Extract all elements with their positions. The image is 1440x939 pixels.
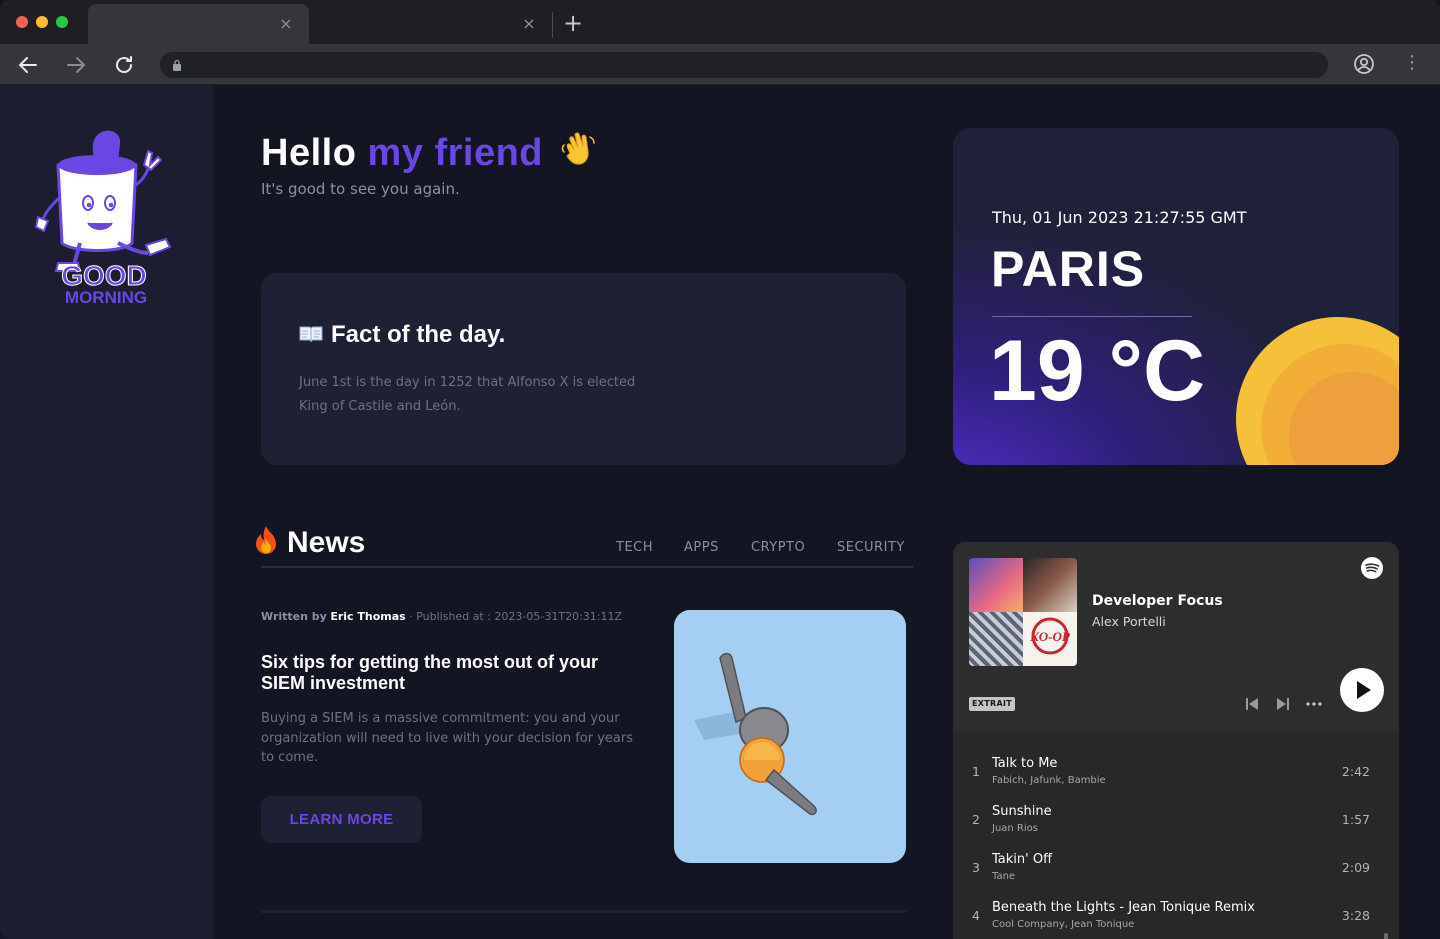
tab-separator bbox=[552, 12, 553, 38]
play-icon bbox=[1357, 681, 1371, 699]
learn-more-button[interactable]: LEARN MORE bbox=[261, 796, 422, 843]
track-artists: Tane bbox=[992, 871, 1016, 882]
playlist-name[interactable]: Developer Focus bbox=[1092, 593, 1223, 609]
track-title: Beneath the Lights - Jean Tonique Remix bbox=[992, 900, 1255, 915]
article-summary: Buying a SIEM is a massive commitment: y… bbox=[261, 711, 633, 765]
track-row[interactable]: 3 Takin' Off Tane 2:09 bbox=[953, 844, 1399, 892]
sidebar: GOOD MORNING bbox=[0, 85, 213, 939]
spotify-header: KO-OP Developer Focus Alex Portelli EXTR… bbox=[953, 542, 1399, 733]
fire-icon bbox=[256, 526, 276, 554]
track-list-scrollbar[interactable] bbox=[1384, 933, 1388, 939]
article-image[interactable] bbox=[674, 610, 906, 863]
minimize-window-button[interactable] bbox=[36, 16, 48, 28]
fact-title: Fact of the day. bbox=[299, 321, 505, 349]
fact-text: June 1st is the day in 1252 that Alfonso… bbox=[299, 375, 636, 414]
track-duration: 3:28 bbox=[1341, 908, 1370, 923]
tab-crypto[interactable]: CRYPTO bbox=[751, 540, 805, 555]
good-morning-logo[interactable]: GOOD MORNING bbox=[28, 125, 180, 305]
maximize-window-button[interactable] bbox=[56, 16, 68, 28]
new-tab-button[interactable]: + bbox=[562, 10, 584, 36]
track-number: 1 bbox=[972, 764, 980, 779]
track-title: Sunshine bbox=[992, 804, 1052, 819]
news-title: News bbox=[287, 526, 366, 559]
track-duration: 2:42 bbox=[1341, 764, 1370, 779]
sun-icon bbox=[1236, 317, 1399, 465]
greeting-subtitle: It's good to see you again. bbox=[261, 180, 460, 198]
reload-icon[interactable] bbox=[112, 53, 136, 77]
more-options-icon[interactable] bbox=[1305, 695, 1323, 713]
waving-hand-icon bbox=[561, 132, 595, 165]
tab-bar: × × + bbox=[0, 0, 1440, 44]
weather-temperature: 19 °C bbox=[989, 323, 1206, 419]
article-title[interactable]: Six tips for getting the most out of you… bbox=[261, 652, 641, 694]
track-duration: 1:57 bbox=[1341, 812, 1370, 827]
browser-toolbar: ⋮ bbox=[0, 44, 1440, 85]
weather-city: PARIS bbox=[991, 241, 1146, 297]
playlist-owner[interactable]: Alex Portelli bbox=[1092, 614, 1166, 629]
back-arrow-icon[interactable] bbox=[16, 53, 40, 77]
weather-datetime: Thu, 01 Jun 2023 21:27:55 GMT bbox=[992, 208, 1247, 227]
track-number: 3 bbox=[972, 860, 980, 875]
cover-art-1 bbox=[969, 558, 1023, 612]
article-published: · Published at : 2023-05-31T20:31:11Z bbox=[409, 610, 623, 623]
tab-apps[interactable]: APPS bbox=[684, 540, 719, 555]
close-icon[interactable]: × bbox=[277, 15, 295, 33]
previous-track-icon[interactable] bbox=[1243, 695, 1261, 713]
greeting-hello: Hello bbox=[261, 132, 368, 174]
track-number: 4 bbox=[972, 908, 980, 923]
cover-art-2 bbox=[1023, 558, 1077, 612]
logo-text-morning: MORNING bbox=[65, 288, 147, 305]
play-button[interactable] bbox=[1340, 668, 1384, 712]
browser-menu-icon[interactable]: ⋮ bbox=[1402, 52, 1422, 76]
track-title: Talk to Me bbox=[992, 756, 1058, 771]
written-by-label: Written by bbox=[261, 610, 327, 623]
close-icon[interactable]: × bbox=[520, 15, 538, 33]
track-row[interactable]: 1 Talk to Me Fabich, Jafunk, Bambie 2:42 bbox=[953, 748, 1399, 796]
track-title: Takin' Off bbox=[992, 852, 1053, 867]
weather-card: Thu, 01 Jun 2023 21:27:55 GMT PARIS 19 °… bbox=[953, 128, 1399, 465]
browser-tab[interactable]: × bbox=[312, 4, 552, 44]
browser-window: × × + ⋮ GOOD MORNING Hello my friend It'… bbox=[0, 0, 1440, 939]
article-author[interactable]: Eric Thomas bbox=[330, 610, 405, 623]
track-duration: 2:09 bbox=[1341, 860, 1370, 875]
close-window-button[interactable] bbox=[16, 16, 28, 28]
track-number: 2 bbox=[972, 812, 980, 827]
playlist-cover[interactable]: KO-OP bbox=[969, 558, 1077, 666]
track-row[interactable]: 4 Beneath the Lights - Jean Tonique Remi… bbox=[953, 892, 1399, 939]
preview-badge: EXTRAIT bbox=[969, 697, 1015, 711]
article-byline: Written by Eric Thomas · Published at : … bbox=[261, 610, 622, 623]
tab-tech[interactable]: TECH bbox=[616, 540, 653, 555]
next-track-icon[interactable] bbox=[1274, 695, 1292, 713]
weather-divider bbox=[992, 316, 1192, 317]
tab-security[interactable]: SECURITY bbox=[837, 540, 905, 555]
svg-text:KO-OP: KO-OP bbox=[1029, 629, 1071, 644]
fact-title-text: Fact of the day. bbox=[331, 321, 506, 348]
spotify-logo-icon[interactable] bbox=[1361, 557, 1383, 579]
cover-art-3 bbox=[969, 612, 1023, 666]
track-artists: Cool Company, Jean Tonique bbox=[992, 919, 1135, 930]
greeting-title: Hello my friend bbox=[261, 131, 598, 175]
browser-tab-active[interactable]: × bbox=[88, 4, 309, 44]
news-divider bbox=[261, 566, 913, 568]
news-bottom-divider bbox=[261, 910, 906, 913]
address-bar[interactable] bbox=[160, 52, 1328, 78]
track-row[interactable]: 2 Sunshine Juan Rios 1:57 bbox=[953, 796, 1399, 844]
open-book-icon bbox=[299, 326, 323, 343]
news-heading: News bbox=[253, 525, 365, 560]
cover-art-4: KO-OP bbox=[1023, 612, 1077, 666]
spotify-player: KO-OP Developer Focus Alex Portelli EXTR… bbox=[953, 542, 1399, 939]
fact-of-the-day-card: Fact of the day. June 1st is the day in … bbox=[261, 273, 906, 465]
track-artists: Fabich, Jafunk, Bambie bbox=[992, 775, 1106, 786]
greeting-highlight: my friend bbox=[367, 132, 544, 174]
lock-icon bbox=[173, 59, 181, 71]
profile-icon[interactable] bbox=[1352, 52, 1376, 76]
track-list: 1 Talk to Me Fabich, Jafunk, Bambie 2:42… bbox=[953, 733, 1399, 939]
forward-arrow-icon[interactable] bbox=[64, 53, 88, 77]
track-artists: Juan Rios bbox=[992, 823, 1038, 834]
page-content: GOOD MORNING Hello my friend It's good t… bbox=[0, 85, 1440, 939]
logo-text-good: GOOD bbox=[61, 260, 147, 291]
